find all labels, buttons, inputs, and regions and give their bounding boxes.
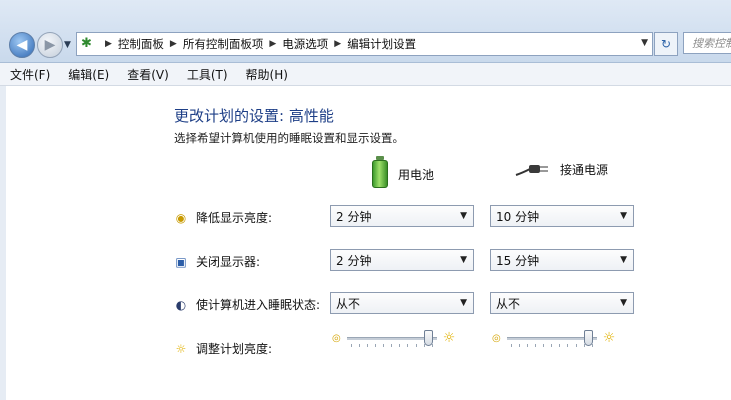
dropdown-arrow-icon: ▼ <box>460 298 467 308</box>
sleep-moon-icon: ◐ <box>175 297 187 312</box>
address-dropdown-icon[interactable]: ▼ <box>641 38 648 48</box>
dropdown-arrow-icon: ▼ <box>460 211 467 221</box>
plugged-brightness-control: ◎ ☼ <box>492 330 616 347</box>
back-arrow-icon: ◀ <box>16 37 28 53</box>
dropdown-arrow-icon: ▼ <box>620 298 627 308</box>
high-brightness-icon: ☼ <box>442 330 456 346</box>
slider-tick <box>543 344 545 347</box>
slider-tick <box>526 344 528 347</box>
slider-tick <box>383 344 385 347</box>
slider-tick <box>423 344 425 347</box>
battery-column-header: 用电池 <box>372 156 435 188</box>
slider-tick <box>575 344 577 347</box>
breadcrumb-item[interactable]: 电源选项 <box>282 36 328 52</box>
dropdown-arrow-icon: ▼ <box>620 211 627 221</box>
setting-label: 降低显示亮度: <box>196 211 273 225</box>
forward-button[interactable]: ▶ <box>37 32 63 58</box>
navigation-bar: ◀ ▶ ▼ ✱ ▶ 控制面板 ▶ 所有控制面板项 ▶ 电源选项 ▶ 编辑计划设置… <box>0 0 731 63</box>
setting-label: 使计算机进入睡眠状态: <box>196 298 321 312</box>
slider-tick <box>431 344 433 347</box>
select-value: 从不 <box>336 296 361 311</box>
slider-tick <box>535 344 537 347</box>
breadcrumb-item[interactable]: 编辑计划设置 <box>347 36 416 52</box>
battery-brightness-control: ◎ ☼ <box>332 330 456 347</box>
slider-tick <box>350 344 352 347</box>
slider-tick <box>591 344 593 347</box>
refresh-button[interactable]: ↻ <box>654 32 678 56</box>
page-title: 更改计划的设置: 高性能 <box>174 107 334 125</box>
brightness-sun-icon: ☼ <box>175 341 187 356</box>
dropdown-arrow-icon: ▼ <box>460 255 467 265</box>
window-frame-edge <box>0 86 6 400</box>
battery-monitor-off-select[interactable]: 2 分钟 ▼ <box>330 249 474 271</box>
setting-row-sleep: ◐ 使计算机进入睡眠状态: <box>174 296 320 313</box>
breadcrumb: ▶ 控制面板 ▶ 所有控制面板项 ▶ 电源选项 ▶ 编辑计划设置 <box>99 36 416 52</box>
select-value: 从不 <box>496 296 521 311</box>
slider-tick <box>559 344 561 347</box>
setting-label: 关闭显示器: <box>196 255 261 269</box>
menu-bar: 文件(F) 编辑(E) 查看(V) 工具(T) 帮助(H) <box>0 63 731 86</box>
dim-display-icon: ◉ <box>175 210 187 225</box>
menu-tools[interactable]: 工具(T) <box>177 66 236 83</box>
battery-icon <box>372 156 388 188</box>
slider-tick <box>399 344 401 347</box>
plugged-dim-display-select[interactable]: 10 分钟 ▼ <box>490 205 634 227</box>
plugged-brightness-slider[interactable] <box>506 330 597 347</box>
battery-brightness-slider[interactable] <box>346 330 437 347</box>
battery-sleep-select[interactable]: 从不 ▼ <box>330 292 474 314</box>
slider-tick <box>358 344 360 347</box>
slider-tick <box>391 344 393 347</box>
slider-tick <box>583 344 585 347</box>
breadcrumb-separator-icon[interactable]: ▶ <box>334 39 341 49</box>
power-plug-icon <box>515 165 548 176</box>
select-value: 15 分钟 <box>496 253 540 268</box>
monitor-off-icon: ▣ <box>175 254 187 269</box>
menu-view[interactable]: 查看(V) <box>117 66 177 83</box>
menu-edit[interactable]: 编辑(E) <box>58 66 117 83</box>
low-brightness-icon: ◎ <box>332 332 341 344</box>
menu-file[interactable]: 文件(F) <box>0 66 58 83</box>
breadcrumb-separator-icon[interactable]: ▶ <box>269 39 276 49</box>
back-button[interactable]: ◀ <box>9 32 35 58</box>
slider-tick <box>407 344 409 347</box>
low-brightness-icon: ◎ <box>492 332 501 344</box>
control-panel-icon: ✱ <box>81 36 92 51</box>
battery-column-label: 用电池 <box>398 167 435 182</box>
slider-tick <box>366 344 368 347</box>
slider-tick <box>518 344 520 347</box>
breadcrumb-separator-icon[interactable]: ▶ <box>170 39 177 49</box>
plugged-sleep-select[interactable]: 从不 ▼ <box>490 292 634 314</box>
dropdown-arrow-icon: ▼ <box>620 255 627 265</box>
select-value: 2 分钟 <box>336 253 372 268</box>
setting-row-monitor-off: ▣ 关闭显示器: <box>174 253 260 270</box>
breadcrumb-item[interactable]: 所有控制面板项 <box>183 36 264 52</box>
history-dropdown-icon[interactable]: ▼ <box>64 40 71 50</box>
high-brightness-icon: ☼ <box>602 330 616 346</box>
setting-row-dim-display: ◉ 降低显示亮度: <box>174 209 272 226</box>
address-bar[interactable]: ✱ ▶ 控制面板 ▶ 所有控制面板项 ▶ 电源选项 ▶ 编辑计划设置 ▼ <box>76 32 653 56</box>
battery-dim-display-select[interactable]: 2 分钟 ▼ <box>330 205 474 227</box>
page-subtitle: 选择希望计算机使用的睡眠设置和显示设置。 <box>174 131 404 145</box>
breadcrumb-separator-icon[interactable]: ▶ <box>105 39 112 49</box>
search-input[interactable]: 搜索控制 <box>683 32 731 54</box>
refresh-icon: ↻ <box>660 37 672 51</box>
slider-tick <box>415 344 417 347</box>
breadcrumb-item[interactable]: 控制面板 <box>118 36 164 52</box>
plugged-column-label: 接通电源 <box>560 162 609 177</box>
menu-help[interactable]: 帮助(H) <box>236 66 296 83</box>
slider-tick <box>510 344 512 347</box>
slider-tick <box>375 344 377 347</box>
slider-tick <box>567 344 569 347</box>
plugged-monitor-off-select[interactable]: 15 分钟 ▼ <box>490 249 634 271</box>
setting-label: 调整计划亮度: <box>196 342 273 356</box>
forward-arrow-icon: ▶ <box>44 37 56 53</box>
slider-tick <box>551 344 553 347</box>
setting-row-brightness: ☼ 调整计划亮度: <box>174 340 272 357</box>
select-value: 2 分钟 <box>336 209 372 224</box>
select-value: 10 分钟 <box>496 209 540 224</box>
plugged-column-header: 接通电源 <box>514 160 608 178</box>
